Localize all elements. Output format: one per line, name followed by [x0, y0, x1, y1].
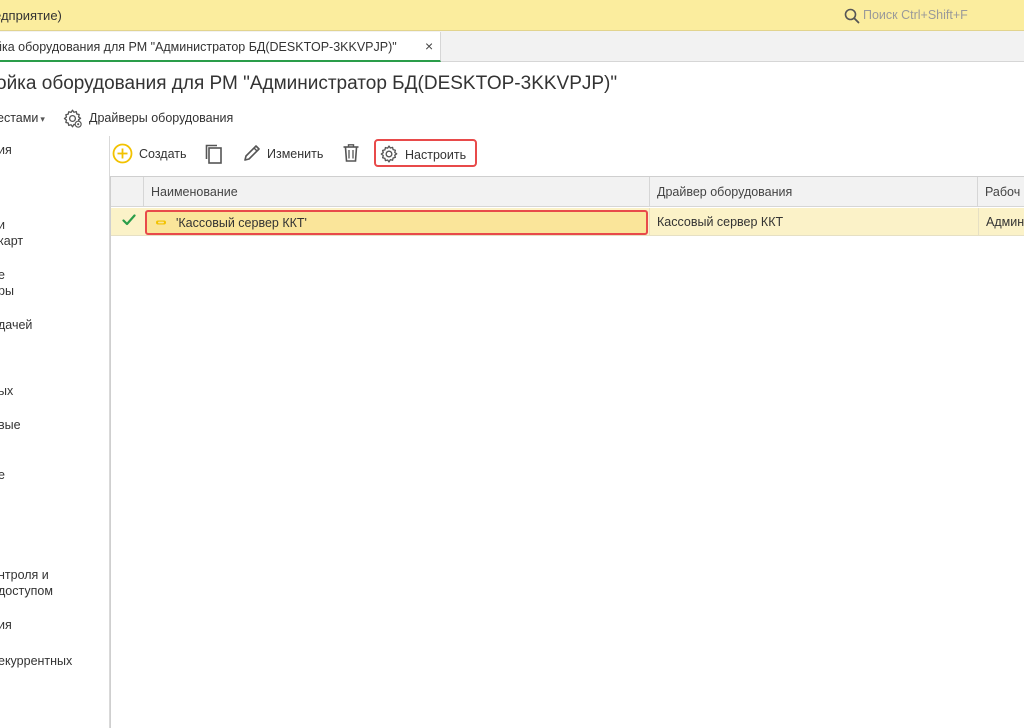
close-icon[interactable]: ×	[425, 38, 433, 54]
global-search-box[interactable]: Поиск Ctrl+Shift+F	[842, 5, 1022, 27]
gear-icon	[63, 109, 82, 128]
nav-item[interactable]: екуррентных	[0, 653, 72, 669]
copy-button[interactable]	[202, 138, 226, 168]
tab-equipment-settings[interactable]: йка оборудования для РМ "Администратор Б…	[0, 32, 441, 62]
edit-label: Изменить	[267, 147, 324, 161]
nav-item[interactable]: ых	[0, 383, 13, 399]
column-header-label: Драйвер оборудования	[657, 185, 793, 199]
app-title: едприятие)	[0, 8, 62, 23]
nav-item[interactable]: е	[0, 267, 5, 283]
row-workstation-cell[interactable]: Админ	[978, 208, 1024, 236]
column-header-driver[interactable]: Драйвер оборудования	[650, 177, 978, 207]
delete-button[interactable]	[340, 138, 362, 168]
table-row[interactable]: 'Кассовый сервер ККТ' Кассовый сервер КК…	[111, 208, 1024, 236]
tab-strip: йка оборудования для РМ "Администратор Б…	[0, 31, 1024, 62]
copy-icon	[205, 144, 222, 164]
column-header-label: Рабоч	[985, 185, 1021, 199]
list-toolbar: Создать Изменить Настроить	[110, 138, 1024, 170]
nav-item[interactable]: вые	[0, 417, 21, 433]
row-name-cell[interactable]: 'Кассовый сервер ККТ'	[145, 210, 648, 235]
nav-item[interactable]: нтроля и	[0, 567, 49, 583]
row-name-value: 'Кассовый сервер ККТ'	[176, 216, 307, 230]
nav-item[interactable]: карт	[0, 233, 23, 249]
nav-item[interactable]: дачей	[0, 317, 32, 333]
nav-item[interactable]: и	[0, 217, 5, 233]
chevron-down-icon: ▾	[40, 114, 45, 124]
page-title: ойка оборудования для РМ "Администратор …	[0, 73, 618, 94]
trash-icon	[343, 144, 359, 162]
row-driver-cell[interactable]: Кассовый сервер ККТ	[650, 208, 978, 236]
left-navigation-panel: ия и карт е ры дачей ых вые е нтроля и д…	[0, 136, 108, 728]
nav-item[interactable]: доступом	[0, 583, 53, 599]
drivers-label: Драйверы оборудования	[89, 111, 234, 125]
search-icon	[844, 8, 860, 24]
plus-circle-icon	[112, 143, 133, 164]
nav-item[interactable]: е	[0, 467, 5, 483]
more-commands-menu[interactable]: естами ▾	[0, 111, 45, 125]
item-marker-icon	[156, 220, 166, 225]
column-header-workstation[interactable]: Рабоч	[978, 177, 1024, 207]
title-bar: едприятие) Поиск Ctrl+Shift+F	[0, 0, 1024, 31]
nav-item[interactable]: ия	[0, 617, 12, 633]
tab-label[interactable]: йка оборудования для РМ "Администратор Б…	[0, 40, 397, 54]
checkmark-icon	[122, 214, 136, 226]
more-commands-label: естами	[0, 111, 39, 125]
create-button[interactable]: Создать	[110, 138, 192, 168]
pencil-icon	[244, 145, 260, 161]
nav-item[interactable]: ия	[0, 142, 12, 158]
column-header-check[interactable]	[111, 177, 144, 207]
configure-label: Настроить	[405, 148, 467, 162]
table-header: Наименование Драйвер оборудования Рабоч	[111, 177, 1024, 207]
column-header-name[interactable]: Наименование	[144, 177, 650, 207]
edit-button[interactable]: Изменить	[240, 138, 330, 168]
row-driver-value: Кассовый сервер ККТ	[657, 215, 784, 229]
equipment-table: Наименование Драйвер оборудования Рабоч …	[110, 176, 1024, 728]
create-label: Создать	[139, 147, 187, 161]
row-workstation-value: Админ	[986, 215, 1024, 229]
configure-button[interactable]: Настроить	[374, 139, 477, 167]
row-check-cell[interactable]	[111, 208, 144, 236]
gear-icon	[380, 145, 398, 163]
command-bar: естами ▾ Драйверы оборудования	[0, 106, 300, 130]
nav-item[interactable]: ры	[0, 283, 14, 299]
column-header-label: Наименование	[151, 185, 238, 199]
search-placeholder[interactable]: Поиск Ctrl+Shift+F	[863, 8, 968, 22]
